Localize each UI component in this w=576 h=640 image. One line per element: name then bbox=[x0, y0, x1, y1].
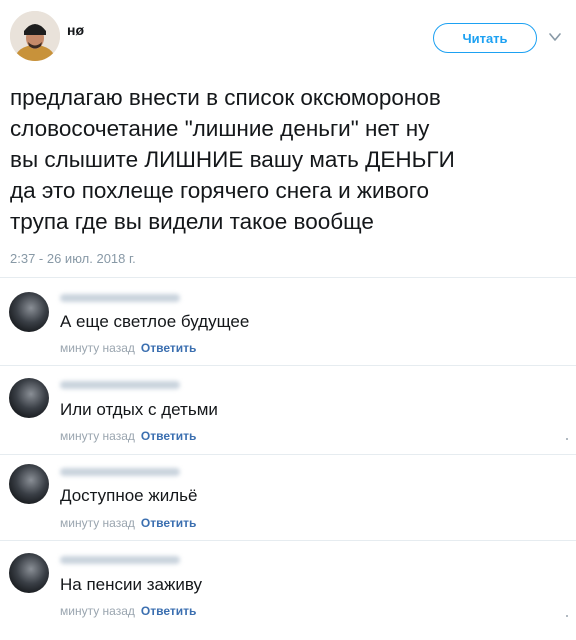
more-indicator bbox=[566, 615, 568, 617]
more-indicator bbox=[566, 438, 568, 440]
chevron-down-icon[interactable] bbox=[548, 30, 562, 44]
comment-meta: минуту назад Ответить bbox=[60, 604, 196, 618]
reply-link[interactable]: Ответить bbox=[141, 604, 196, 618]
tweet-text-line: трупа где вы видели такое вообще bbox=[10, 209, 374, 234]
reply-link[interactable]: Ответить bbox=[141, 341, 196, 355]
tweet-header: нø Читать bbox=[0, 0, 576, 80]
follow-button[interactable]: Читать bbox=[433, 23, 537, 53]
author-avatar[interactable] bbox=[10, 11, 60, 61]
comment-item: На пенсии заживу минуту назад Ответить bbox=[0, 543, 576, 629]
comment-text: А еще светлое будущее bbox=[60, 312, 250, 331]
comment-item: Доступное жильё минуту назад Ответить bbox=[0, 456, 576, 542]
comment-time: минуту назад bbox=[60, 604, 135, 618]
divider bbox=[0, 454, 576, 455]
comment-time: минуту назад bbox=[60, 429, 135, 443]
reply-link[interactable]: Ответить bbox=[141, 516, 196, 530]
comment-meta: минуту назад Ответить bbox=[60, 341, 196, 355]
comment-text: На пенсии заживу bbox=[60, 575, 202, 594]
comment-time: минуту назад bbox=[60, 516, 135, 530]
commenter-avatar[interactable] bbox=[9, 553, 49, 593]
tweet-text-line: вы слышите ЛИШНИЕ вашу мать ДЕНЬГИ bbox=[10, 147, 455, 172]
commenter-name-blurred[interactable] bbox=[60, 294, 180, 302]
commenter-name-blurred[interactable] bbox=[60, 556, 180, 564]
tweet-timestamp[interactable]: 2:37 - 26 июл. 2018 г. bbox=[10, 251, 136, 266]
commenter-name-blurred[interactable] bbox=[60, 381, 180, 389]
comment-text: Доступное жильё bbox=[60, 486, 198, 505]
comment-item: Или отдых с детьми минуту назад Ответить bbox=[0, 368, 576, 454]
divider bbox=[0, 540, 576, 541]
divider bbox=[0, 365, 576, 366]
author-avatar-image bbox=[10, 11, 60, 61]
comment-meta: минуту назад Ответить bbox=[60, 516, 196, 530]
author-name[interactable]: нø bbox=[67, 22, 84, 38]
tweet-text-line: словосочетание "лишние деньги" нет ну bbox=[10, 116, 430, 141]
tweet-text-line: да это похлеще горячего снега и живого bbox=[10, 178, 429, 203]
tweet-text: предлагаю внести в список оксюморонов сл… bbox=[10, 82, 570, 237]
comment-time: минуту назад bbox=[60, 341, 135, 355]
comment-meta: минуту назад Ответить bbox=[60, 429, 196, 443]
divider bbox=[0, 277, 576, 278]
reply-link[interactable]: Ответить bbox=[141, 429, 196, 443]
comment-item: А еще светлое будущее минуту назад Ответи… bbox=[0, 280, 576, 366]
commenter-name-blurred[interactable] bbox=[60, 468, 180, 476]
commenter-avatar[interactable] bbox=[9, 378, 49, 418]
tweet-text-line: предлагаю внести в список оксюморонов bbox=[10, 85, 441, 110]
comment-text: Или отдых с детьми bbox=[60, 400, 218, 419]
commenter-avatar[interactable] bbox=[9, 292, 49, 332]
commenter-avatar[interactable] bbox=[9, 464, 49, 504]
